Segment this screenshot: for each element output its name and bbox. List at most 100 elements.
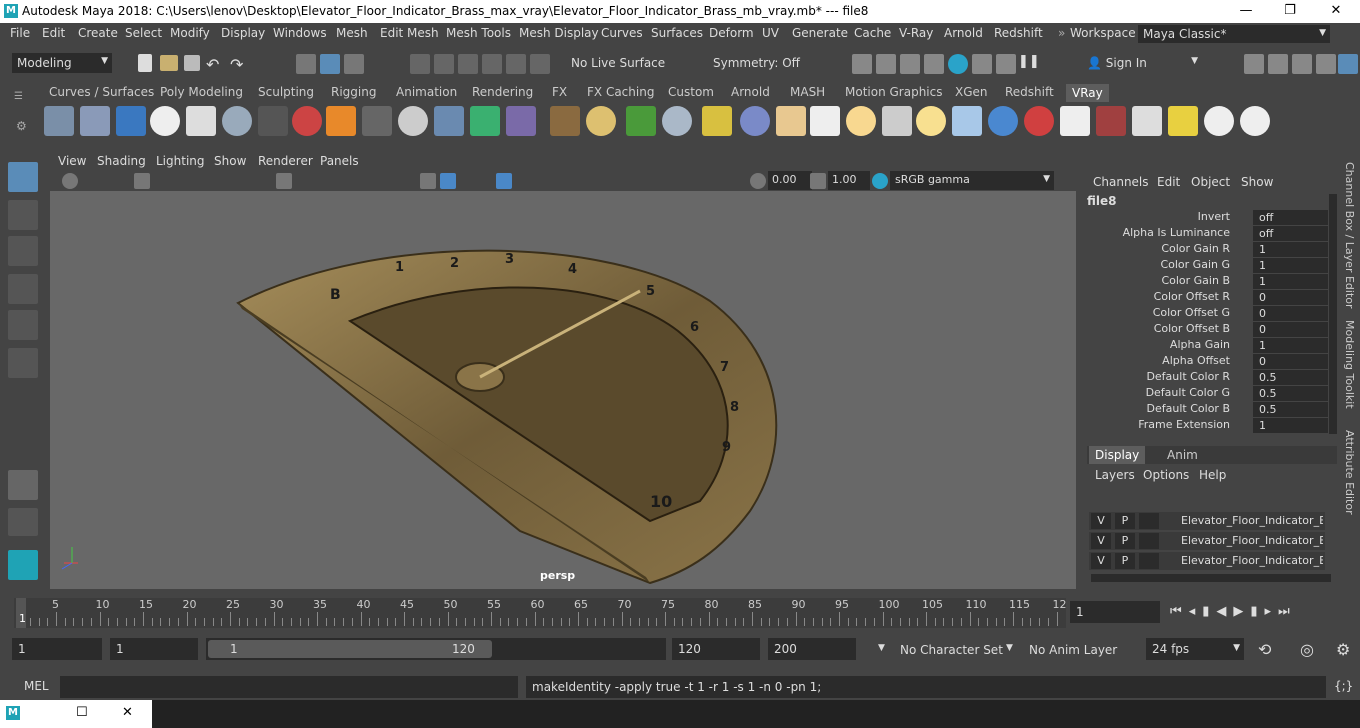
- attr-row[interactable]: Color Offset R0: [1083, 290, 1328, 306]
- vray-render-icon[interactable]: [44, 106, 74, 136]
- snap-view-icon[interactable]: [482, 54, 502, 74]
- workspace-dropdown[interactable]: Maya Classic* ▼: [1138, 25, 1330, 43]
- tab-animation[interactable]: Animation: [396, 85, 457, 99]
- snap-pivot-icon[interactable]: [530, 54, 550, 74]
- camera-attributes-icon[interactable]: [62, 173, 78, 189]
- attr-row[interactable]: Default Color G 0.5: [1083, 386, 1328, 402]
- anim-layer-label[interactable]: No Anim Layer: [1029, 643, 1117, 657]
- close-icon[interactable]: ✕: [122, 705, 133, 720]
- vray-particles-icon[interactable]: [662, 106, 692, 136]
- snap-point-icon[interactable]: [458, 54, 478, 74]
- playback-toggle[interactable]: P: [1115, 553, 1135, 569]
- chevron-down-icon[interactable]: ▼: [1006, 643, 1013, 653]
- vp-menu-show[interactable]: Show: [214, 154, 246, 168]
- menu-vray[interactable]: V-Ray: [899, 26, 933, 40]
- vray-sun-icon[interactable]: [916, 106, 946, 136]
- xray-icon[interactable]: [496, 173, 512, 189]
- tab-fx[interactable]: FX: [552, 85, 567, 99]
- menu-display[interactable]: Display: [221, 26, 265, 40]
- layer-h-scrollbar[interactable]: [1091, 574, 1331, 582]
- vray-logo-icon[interactable]: [150, 106, 180, 136]
- vray-vfb-icon[interactable]: [1096, 106, 1126, 136]
- menu-arnold[interactable]: Arnold: [944, 26, 983, 40]
- snap-surface-icon[interactable]: [506, 54, 526, 74]
- restore-button[interactable]: ❐: [1278, 3, 1302, 19]
- vray-table-icon[interactable]: [1132, 106, 1162, 136]
- menu-edit[interactable]: Edit: [42, 26, 65, 40]
- layer-row[interactable]: V P Elevator_Floor_Indicator_Bra: [1089, 552, 1325, 570]
- snap-grid-icon[interactable]: [410, 54, 430, 74]
- attr-row[interactable]: Invert off: [1083, 210, 1328, 226]
- tab-display[interactable]: Display: [1089, 446, 1146, 464]
- visibility-toggle[interactable]: V: [1091, 533, 1111, 549]
- open-scene-icon[interactable]: [160, 55, 178, 71]
- rotate-tool-icon[interactable]: [8, 310, 38, 340]
- gear-icon[interactable]: ⚙: [16, 119, 27, 133]
- menu-windows[interactable]: Windows: [273, 26, 327, 40]
- close-button[interactable]: ✕: [1324, 3, 1348, 19]
- select-object-icon[interactable]: [320, 54, 340, 74]
- perspective-viewport[interactable]: B 1 2 3 4 5 6 7 8 9 10 persp: [50, 191, 1076, 589]
- menu-file[interactable]: File: [10, 26, 30, 40]
- grid-icon[interactable]: [276, 173, 292, 189]
- vray-help-icon[interactable]: [1240, 106, 1270, 136]
- vray-spheres-icon[interactable]: [292, 106, 322, 136]
- modeling-toolkit-icon[interactable]: [1244, 54, 1264, 74]
- tab-modeling-toolkit[interactable]: Modeling Toolkit: [1343, 320, 1356, 409]
- vray-displacement-icon[interactable]: [506, 106, 536, 136]
- attr-row[interactable]: Color Gain B1: [1083, 274, 1328, 290]
- symmetry-field[interactable]: Symmetry: Off: [708, 53, 808, 73]
- vray-dome-icon[interactable]: [586, 106, 616, 136]
- tab-poly-modeling[interactable]: Poly Modeling: [160, 85, 243, 99]
- layer-row[interactable]: V P Elevator_Floor_Indicator_Bra: [1089, 532, 1325, 550]
- tab-arnold[interactable]: Arnold: [731, 85, 770, 99]
- layer-menu-layers[interactable]: Layers: [1095, 468, 1135, 482]
- channel-box-scrollbar[interactable]: [1329, 194, 1337, 434]
- end-frame-field[interactable]: 200: [768, 638, 856, 660]
- range-handle[interactable]: [208, 640, 492, 658]
- smooth-shade-icon[interactable]: [440, 173, 456, 189]
- vray-curve-icon[interactable]: [702, 106, 732, 136]
- wireframe-icon[interactable]: [420, 173, 436, 189]
- attr-row[interactable]: Color Gain R1: [1083, 242, 1328, 258]
- playback-toggle[interactable]: P: [1115, 533, 1135, 549]
- vp-menu-renderer[interactable]: Renderer: [258, 154, 313, 168]
- render-current-frame-icon[interactable]: [852, 54, 872, 74]
- render-sequence-icon[interactable]: [876, 54, 896, 74]
- vp-menu-panels[interactable]: Panels: [320, 154, 359, 168]
- gamma-field[interactable]: 1.00: [828, 171, 870, 190]
- scale-tool-icon[interactable]: [8, 348, 38, 378]
- auto-key-icon[interactable]: ◎: [1300, 640, 1314, 659]
- time-slider[interactable]: 5 10 15 20 25 30 35 40 45 50 55 60 65 70 75 80 85 90 95 100…: [0, 596, 1360, 630]
- pause-icon[interactable]: ❚❚: [1018, 54, 1040, 74]
- display-type-toggle[interactable]: [1139, 533, 1159, 549]
- fps-dropdown[interactable]: 24 fps ▼: [1146, 638, 1244, 660]
- attr-row[interactable]: Color Offset B0: [1083, 322, 1328, 338]
- attr-row[interactable]: Color Offset G0: [1083, 306, 1328, 322]
- attr-row[interactable]: Alpha Gain 1: [1083, 338, 1328, 354]
- vp-menu-shading[interactable]: Shading: [97, 154, 146, 168]
- attr-row[interactable]: Alpha Is Luminance off: [1083, 226, 1328, 242]
- cb-menu-edit[interactable]: Edit: [1157, 175, 1180, 189]
- tab-motion-graphics[interactable]: Motion Graphics: [845, 85, 943, 99]
- menu-curves[interactable]: Curves: [601, 26, 643, 40]
- cb-menu-object[interactable]: Object: [1191, 175, 1230, 189]
- single-view-icon[interactable]: [8, 470, 38, 500]
- vray-proxy-icon[interactable]: [434, 106, 464, 136]
- vray-frame-buffer-icon[interactable]: [116, 106, 146, 136]
- attr-row[interactable]: Default Color B 0.5: [1083, 402, 1328, 418]
- vray-mesh-light-icon[interactable]: [952, 106, 982, 136]
- minimized-window[interactable]: M ☐ ✕: [0, 700, 152, 728]
- tab-mash[interactable]: MASH: [790, 85, 825, 99]
- menu-deform[interactable]: Deform: [709, 26, 754, 40]
- vray-rect-light-icon[interactable]: [776, 106, 806, 136]
- vray-settings-icon[interactable]: [186, 106, 216, 136]
- tool-settings-icon[interactable]: [1292, 54, 1312, 74]
- save-scene-icon[interactable]: [184, 55, 200, 71]
- tab-vray[interactable]: VRay: [1066, 84, 1109, 102]
- vray-omni-light-icon[interactable]: [846, 106, 876, 136]
- vray-texture-icon[interactable]: [550, 106, 580, 136]
- tab-fx-caching[interactable]: FX Caching: [587, 85, 654, 99]
- loop-icon[interactable]: ⟲: [1258, 640, 1271, 659]
- vray-plane-icon[interactable]: [362, 106, 392, 136]
